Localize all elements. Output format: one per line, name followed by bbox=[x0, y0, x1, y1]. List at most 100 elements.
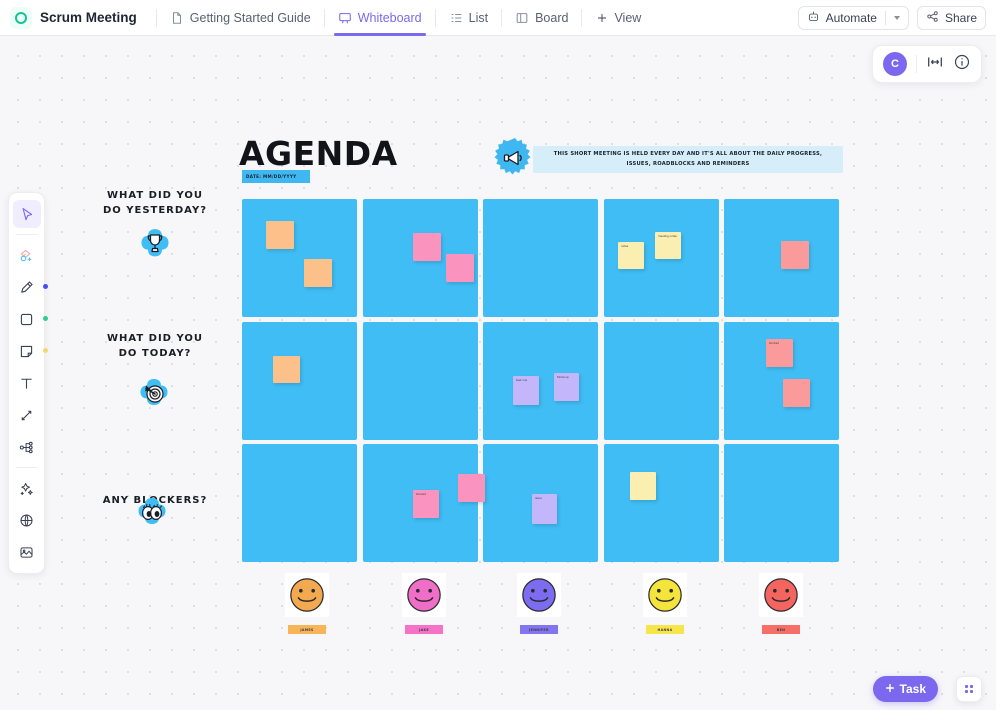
info-circle-icon[interactable] bbox=[953, 53, 971, 76]
agenda-cell[interactable] bbox=[242, 444, 357, 562]
share-label: Share bbox=[944, 10, 977, 25]
participant[interactable]: BEN bbox=[759, 573, 803, 638]
participant[interactable]: JAKE bbox=[402, 573, 446, 638]
tab-label: List bbox=[468, 10, 489, 25]
label-line-1: WHAT DID YOU bbox=[107, 190, 203, 201]
sticky-note[interactable] bbox=[266, 221, 294, 249]
sticky-note[interactable] bbox=[413, 233, 441, 261]
sticky-note[interactable]: blocked bbox=[766, 339, 793, 367]
smiley-face-icon bbox=[402, 573, 446, 617]
tab-whiteboard[interactable]: Whiteboard bbox=[333, 0, 426, 36]
add-view-button[interactable]: View bbox=[591, 0, 645, 36]
sticky-note-tool[interactable] bbox=[13, 337, 48, 365]
sticky-note[interactable] bbox=[458, 474, 485, 502]
eyes-icon bbox=[130, 491, 174, 535]
agenda-cell[interactable] bbox=[483, 322, 598, 440]
agenda-title: AGENDA bbox=[239, 134, 398, 173]
plus-icon bbox=[885, 682, 895, 696]
agenda-cell[interactable] bbox=[242, 199, 357, 317]
text-tool[interactable] bbox=[13, 369, 41, 397]
participant-name-label: BEN bbox=[762, 625, 800, 634]
share-button[interactable]: Share bbox=[916, 5, 986, 30]
shapes-tool[interactable] bbox=[13, 241, 41, 269]
mindmap-tool[interactable] bbox=[13, 433, 41, 461]
divider bbox=[155, 8, 157, 27]
add-task-button[interactable]: Task bbox=[872, 676, 938, 702]
agenda-cell[interactable] bbox=[604, 444, 719, 562]
dart-target-icon bbox=[132, 372, 176, 416]
participant[interactable]: JAMES bbox=[285, 573, 329, 638]
agenda-cell[interactable] bbox=[604, 322, 719, 440]
clickup-logo-icon[interactable] bbox=[10, 6, 32, 29]
grid-dots bbox=[965, 685, 973, 693]
magic-wand-icon[interactable] bbox=[13, 474, 41, 502]
tool-color-dot bbox=[42, 284, 48, 289]
question-label-yesterday: WHAT DID YOU DO YESTERDAY? bbox=[80, 188, 230, 218]
agenda-cell[interactable] bbox=[363, 322, 478, 440]
label-line-1: WHAT DID YOU bbox=[107, 333, 203, 344]
agenda-cell[interactable] bbox=[724, 444, 839, 562]
sticky-note[interactable] bbox=[783, 379, 810, 407]
tab-label: Whiteboard bbox=[357, 10, 422, 25]
left-toolbar bbox=[8, 192, 48, 574]
sticky-note[interactable]: blocked bbox=[413, 490, 439, 518]
divider bbox=[501, 8, 503, 27]
image-icon[interactable] bbox=[13, 538, 41, 566]
connector-tool[interactable] bbox=[13, 401, 41, 429]
banner-line-2: ISSUES, ROADBLOCKS AND REMINDERS bbox=[626, 160, 750, 167]
smiley-face-icon bbox=[517, 573, 561, 617]
fit-to-width-icon[interactable] bbox=[926, 53, 944, 76]
robot-icon bbox=[807, 10, 820, 26]
sticky-note[interactable]: issue bbox=[532, 494, 557, 524]
doc-icon bbox=[170, 11, 184, 25]
sticky-note[interactable] bbox=[304, 259, 332, 287]
smiley-face-icon bbox=[643, 573, 687, 617]
whiteboard-icon bbox=[338, 11, 352, 25]
select-tool[interactable] bbox=[12, 200, 41, 228]
globe-icon[interactable] bbox=[13, 506, 41, 534]
sticky-note[interactable]: notes bbox=[618, 242, 644, 269]
trophy-icon bbox=[133, 222, 177, 266]
sticky-note[interactable]: task one bbox=[513, 376, 539, 405]
tab-label: Board bbox=[535, 10, 569, 25]
sticky-note[interactable] bbox=[781, 241, 809, 269]
participant-name-label: HANNA bbox=[646, 625, 684, 634]
rectangle-tool[interactable] bbox=[13, 305, 48, 333]
chevron-down-icon[interactable] bbox=[893, 15, 900, 20]
label-line-2: DO YESTERDAY? bbox=[102, 205, 208, 216]
smiley-face-icon bbox=[285, 573, 329, 617]
smiley-face-icon bbox=[759, 573, 803, 617]
sticky-note[interactable] bbox=[630, 472, 656, 500]
tool-color-dot bbox=[42, 316, 48, 321]
participant-name-label: JAMES bbox=[288, 625, 326, 634]
divider bbox=[16, 234, 37, 235]
tab-getting-started-guide[interactable]: Getting Started Guide bbox=[166, 0, 315, 36]
date-badge: DATE: MM/DD/YYYY bbox=[242, 170, 310, 183]
automate-button[interactable]: Automate bbox=[797, 5, 909, 30]
sticky-note[interactable] bbox=[273, 356, 300, 383]
agenda-cell[interactable] bbox=[483, 199, 598, 317]
pen-tool[interactable] bbox=[13, 273, 48, 301]
page-title: Scrum Meeting bbox=[40, 10, 137, 25]
plus-icon bbox=[595, 11, 609, 25]
divider bbox=[323, 8, 325, 27]
participant[interactable]: JENNIFER bbox=[517, 573, 561, 638]
megaphone-badge-icon bbox=[493, 137, 537, 181]
add-view-label: View bbox=[614, 10, 642, 25]
whiteboard-canvas[interactable]: C AGENDA DATE: MM/DD/YYYY THIS SHORT MEE… bbox=[0, 36, 996, 710]
tab-list[interactable]: List bbox=[445, 0, 492, 36]
banner-line-1: THIS SHORT MEETING IS HELD EVERY DAY AND… bbox=[553, 151, 823, 158]
sticky-note[interactable]: follow up bbox=[554, 373, 579, 401]
label-line-2: DO TODAY? bbox=[118, 348, 192, 359]
meeting-description-banner: THIS SHORT MEETING IS HELD EVERY DAY AND… bbox=[533, 146, 843, 173]
participant-name-label: JENNIFER bbox=[520, 625, 558, 634]
avatar[interactable]: C bbox=[883, 52, 907, 76]
automate-label: Automate bbox=[825, 10, 877, 25]
app-grid-icon[interactable] bbox=[956, 676, 982, 702]
sticky-note[interactable]: meeting notes bbox=[655, 232, 681, 259]
sticky-note[interactable] bbox=[446, 254, 474, 282]
tab-board[interactable]: Board bbox=[511, 0, 572, 36]
participant[interactable]: HANNA bbox=[643, 573, 687, 638]
canvas-float-controls: C bbox=[872, 45, 982, 83]
active-tab-underline bbox=[333, 33, 426, 36]
